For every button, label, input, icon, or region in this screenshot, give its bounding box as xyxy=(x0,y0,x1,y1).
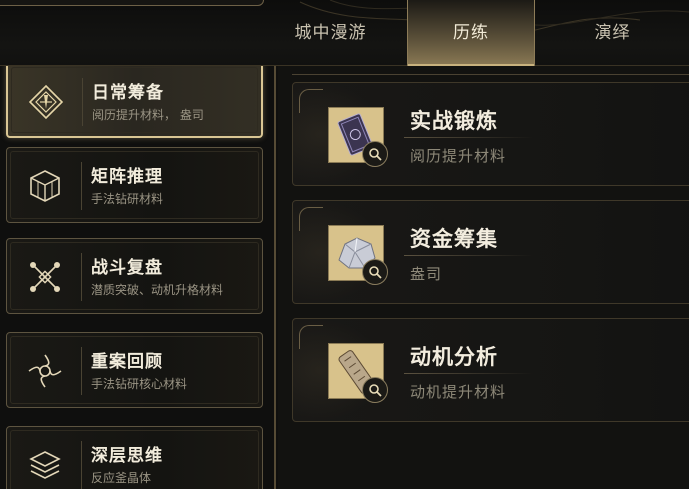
card-corner-ornament xyxy=(299,207,323,231)
sidebar-item-deep-thinking[interactable]: 深层思维 反应釜晶体 xyxy=(6,426,263,489)
sidebar-item-title: 矩阵推理 xyxy=(91,167,163,187)
sidebar-item-subtitle: 手法钻研材料 xyxy=(91,192,164,206)
top-tab-bar: 城中漫游 历练 演绎 xyxy=(0,0,689,66)
sidebar-item-daily-prep[interactable]: 日常筹备 阅历提升材料， 盎司 xyxy=(6,66,263,138)
crossed-network-icon xyxy=(25,257,65,297)
item-separator xyxy=(82,78,83,126)
card-rule xyxy=(404,373,534,374)
sidebar-item-subtitle: 反应釜晶体 xyxy=(91,471,152,485)
card-title: 实战锻炼 xyxy=(410,109,498,133)
magnifier-icon[interactable] xyxy=(362,141,388,167)
card-title: 资金筹集 xyxy=(410,227,498,251)
card-combat-training[interactable]: 实战锻炼 阅历提升材料 xyxy=(292,82,689,186)
item-separator xyxy=(81,347,82,395)
sidebar-item-title: 战斗复盘 xyxy=(91,258,163,278)
sidebar-item-matrix-reasoning[interactable]: 矩阵推理 手法钻研材料 xyxy=(6,147,263,223)
tab-deduction[interactable]: 演绎 xyxy=(550,10,675,56)
sidebar: 日常筹备 阅历提升材料， 盎司 矩阵推理 手法钻研材料 战斗复盘 潜质突破、动机… xyxy=(0,66,276,489)
sidebar-item-battle-review[interactable]: 战斗复盘 潜质突破、动机升格材料 xyxy=(6,238,263,314)
sidebar-item-subtitle: 手法钻研核心材料 xyxy=(91,377,188,391)
vortex-icon xyxy=(25,351,65,391)
card-rule xyxy=(404,255,534,256)
compass-diamond-icon xyxy=(26,82,66,122)
tab-city-roam[interactable]: 城中漫游 xyxy=(268,10,393,56)
cube-lattice-icon xyxy=(25,166,65,206)
stacked-layers-icon xyxy=(25,445,65,485)
magnifier-icon[interactable] xyxy=(362,259,388,285)
sidebar-divider xyxy=(274,66,276,489)
card-rule xyxy=(404,137,534,138)
item-separator xyxy=(81,162,82,210)
card-fundraising[interactable]: 资金筹集 盎司 xyxy=(292,200,689,304)
card-subtitle: 盎司 xyxy=(410,265,443,283)
sidebar-item-subtitle: 潜质突破、动机升格材料 xyxy=(91,283,224,297)
sidebar-item-title: 日常筹备 xyxy=(92,83,164,103)
sidebar-item-case-review[interactable]: 重案回顾 手法钻研核心材料 xyxy=(6,332,263,408)
top-left-frame xyxy=(0,0,264,6)
sidebar-item-title: 重案回顾 xyxy=(91,352,163,372)
main-content: 实战锻炼 阅历提升材料 资金筹集 盎司 动机分析 动机提升材料 xyxy=(278,66,689,489)
item-separator xyxy=(81,253,82,301)
card-title: 动机分析 xyxy=(410,345,498,369)
tab-training[interactable]: 历练 xyxy=(407,0,535,66)
card-subtitle: 阅历提升材料 xyxy=(410,147,507,165)
card-corner-ornament xyxy=(299,325,323,349)
magnifier-icon[interactable] xyxy=(362,377,388,403)
sidebar-item-title: 深层思维 xyxy=(91,446,163,466)
item-separator xyxy=(81,441,82,489)
main-top-rule xyxy=(292,74,689,75)
card-corner-ornament xyxy=(299,89,323,113)
card-subtitle: 动机提升材料 xyxy=(410,383,507,401)
sidebar-item-subtitle: 阅历提升材料， 盎司 xyxy=(92,108,204,122)
card-motive-analysis[interactable]: 动机分析 动机提升材料 xyxy=(292,318,689,422)
